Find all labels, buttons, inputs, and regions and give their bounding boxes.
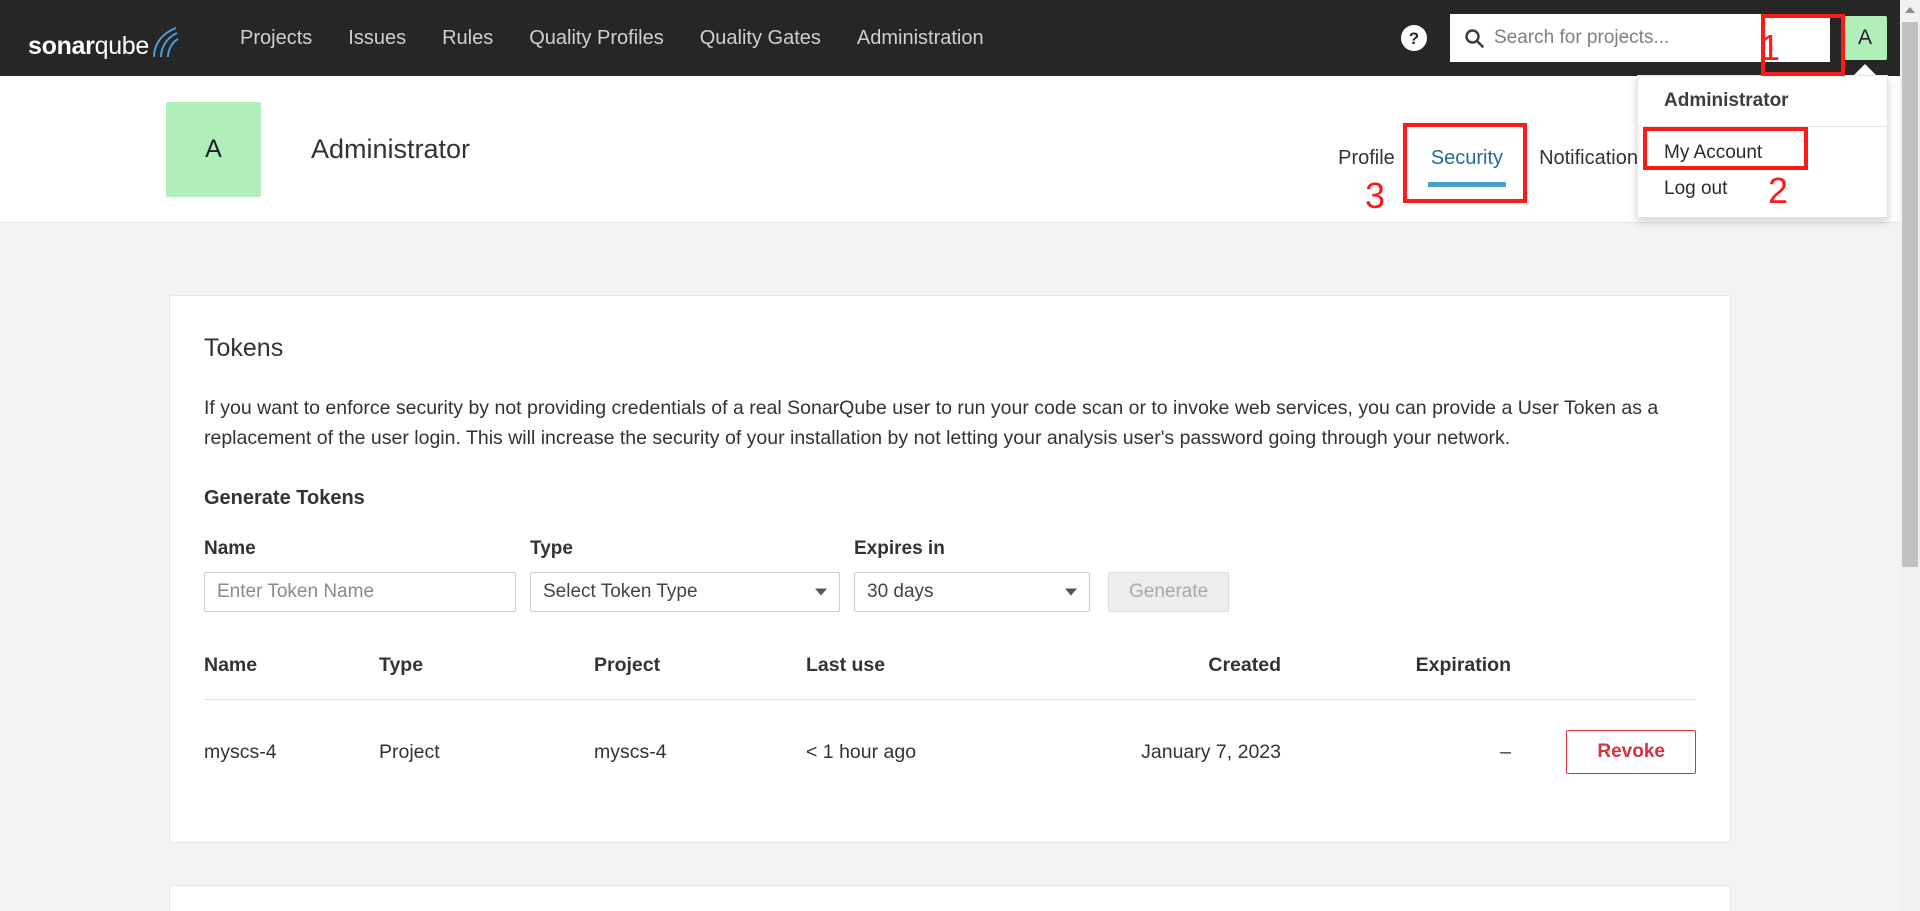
top-nav-right-group: ? A [1400,0,1900,77]
scrollbar-up-button[interactable] [1900,0,1920,20]
tokens-table: Name Type Project Last use Created Expir… [204,654,1696,800]
cell-token-type: Project [379,740,440,763]
token-name-label: Name [204,538,256,560]
profile-tab-security[interactable]: Security [1413,141,1521,187]
profile-tab-profile[interactable]: Profile [1320,141,1413,175]
token-expires-label: Expires in [854,538,945,560]
dropdown-item-my-account[interactable]: My Account [1638,135,1887,171]
generate-tokens-heading: Generate Tokens [204,487,365,510]
token-expires-field-group: Expires in 30 days [854,538,1090,613]
profile-header-band: A Administrator Profile Security Notific… [0,76,1900,223]
nav-link-administration[interactable]: Administration [839,0,1002,76]
password-card: Enter a new password [169,885,1731,911]
annotation-number-1: 1 [1760,27,1781,68]
tokens-description: If you want to enforce security by not p… [204,397,1659,450]
col-header-name: Name [204,654,258,677]
svg-text:?: ? [1409,29,1419,48]
nav-link-quality-gates[interactable]: Quality Gates [682,0,839,76]
token-expires-selected-value: 30 days [867,581,934,603]
tokens-table-header-row: Name Type Project Last use Created Expir… [204,654,1696,700]
token-type-select[interactable]: Select Token Type [530,572,840,613]
token-type-field-group: Type Select Token Type [530,538,840,613]
page-title: Administrator [311,133,471,164]
scrollbar-thumb[interactable] [1902,22,1918,567]
dropdown-items-list: My Account Log out [1638,127,1887,217]
col-header-last-use: Last use [806,654,886,677]
dropdown-item-log-out[interactable]: Log out [1638,171,1887,207]
cell-token-name: myscs-4 [204,740,277,763]
help-circle-icon[interactable]: ? [1400,24,1428,52]
chevron-down-icon [815,588,827,596]
avatar-button[interactable]: A [1830,0,1900,77]
table-row: myscs-4 Project myscs-4 < 1 hour ago Jan… [204,700,1696,801]
profile-tab-profile-label: Profile [1338,147,1395,169]
tokens-card-title: Tokens [204,334,284,362]
token-name-input[interactable] [204,572,516,613]
token-name-field-group: Name [204,538,516,613]
vertical-scrollbar[interactable] [1900,0,1920,911]
top-navigation-bar: sonarqube Projects Issues Rules Quality … [0,0,1900,77]
account-dropdown-menu: Administrator My Account Log out [1637,75,1888,218]
logo-text-bold: sonar [28,32,95,60]
search-icon [1464,28,1484,48]
nav-link-issues[interactable]: Issues [330,0,424,76]
token-type-label: Type [530,538,573,560]
tokens-table-body: myscs-4 Project myscs-4 < 1 hour ago Jan… [204,700,1696,801]
dropdown-header-username: Administrator [1638,76,1887,127]
cell-token-project: myscs-4 [594,740,667,763]
nav-link-quality-profiles[interactable]: Quality Profiles [511,0,682,76]
col-header-actions [1511,654,1696,700]
tokens-table-head: Name Type Project Last use Created Expir… [204,654,1696,700]
profile-tab-notifications-label: Notifications [1539,147,1648,169]
revoke-token-button[interactable]: Revoke [1566,730,1696,775]
col-header-expiration: Expiration [1415,654,1511,677]
active-tab-underline [1427,182,1507,187]
logo-arcs-icon [153,27,179,58]
cell-token-expiration: – [1500,740,1511,763]
chevron-down-icon [1065,588,1077,596]
token-expires-select[interactable]: 30 days [854,572,1090,613]
nav-link-rules[interactable]: Rules [424,0,511,76]
cell-token-actions: Revoke [1511,700,1696,801]
tokens-card: Tokens If you want to enforce security b… [169,295,1731,844]
sonarqube-logo[interactable]: sonarqube [28,17,180,59]
cell-token-last-use: < 1 hour ago [806,740,917,763]
avatar: A [1843,16,1887,60]
profile-avatar: A [166,101,261,197]
main-nav-links: Projects Issues Rules Quality Profiles Q… [222,0,1002,76]
generate-token-button[interactable]: Generate [1108,572,1230,613]
token-type-selected-value: Select Token Type [543,581,698,603]
chevron-up-icon [1905,7,1915,13]
nav-link-projects[interactable]: Projects [222,0,330,76]
annotation-number-2: 2 [1768,170,1789,211]
cell-token-created: January 7, 2023 [1141,740,1281,763]
generate-token-form: Name Type Select Token Type Expires in 3… [204,538,1696,613]
logo-text: sonarqube [28,34,149,59]
page-root: sonarqube Projects Issues Rules Quality … [0,0,1920,911]
profile-tab-security-label: Security [1430,147,1504,169]
annotation-number-3: 3 [1365,175,1386,216]
logo-text-light: qube [94,32,150,60]
col-header-type: Type [379,654,424,677]
main-content: Tokens If you want to enforce security b… [0,223,1900,911]
col-header-project: Project [594,654,661,677]
col-header-created: Created [1208,654,1281,677]
